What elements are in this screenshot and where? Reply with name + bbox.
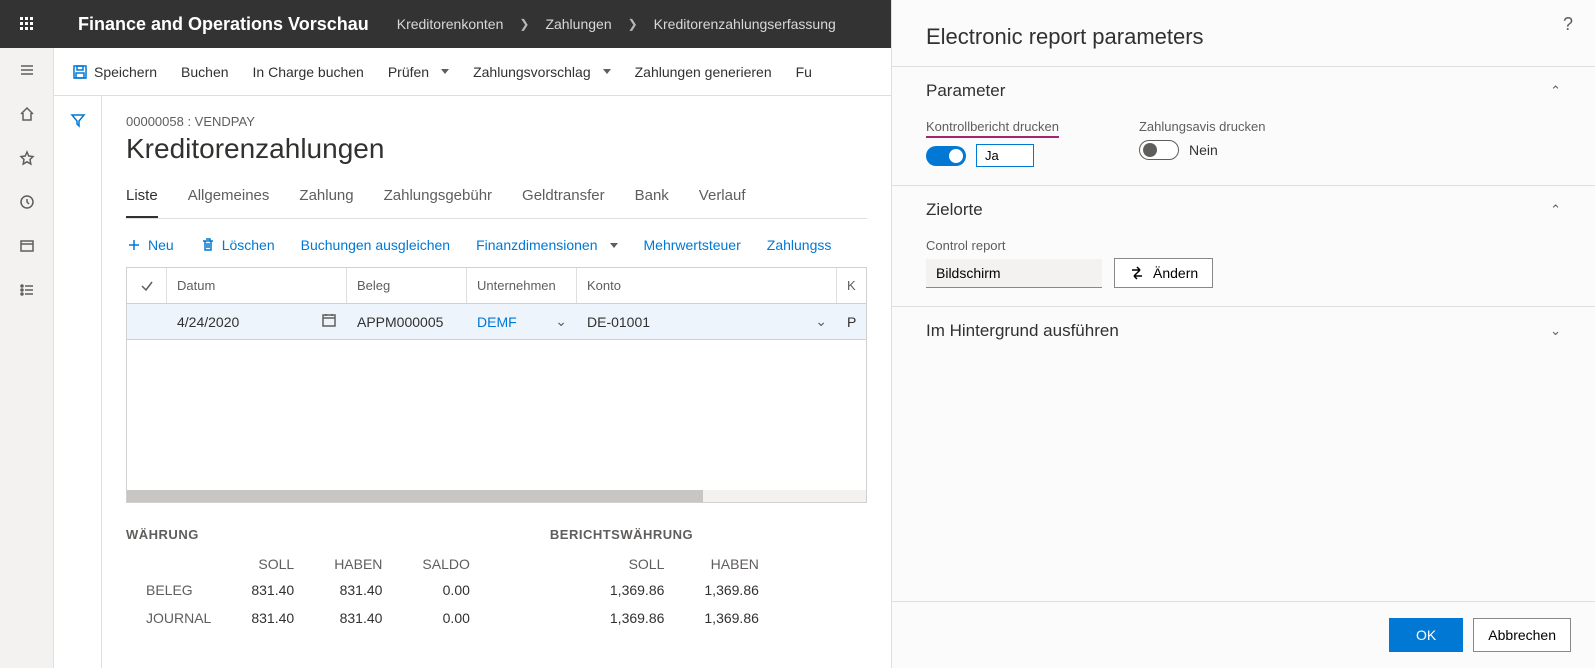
section-destinations: Zielorte ⌃ Control report Ändern	[892, 185, 1595, 306]
print-control-report-label: Kontrollbericht drucken	[926, 119, 1059, 138]
control-report-dest-label: Control report	[926, 238, 1102, 253]
control-report-dest-input[interactable]	[926, 259, 1102, 288]
chevron-right-icon: ❯	[628, 17, 638, 31]
horizontal-scrollbar[interactable]	[127, 490, 866, 502]
section-header-destinations[interactable]: Zielorte ⌃	[926, 200, 1561, 220]
cell-company[interactable]: DEMF	[477, 314, 517, 330]
print-payment-advice-value: Nein	[1189, 142, 1218, 158]
print-payment-advice-toggle[interactable]	[1139, 140, 1179, 160]
chevron-right-icon: ❯	[519, 17, 529, 31]
help-icon[interactable]: ?	[1563, 14, 1573, 35]
new-button[interactable]: Neu	[126, 237, 174, 253]
settle-transactions-button[interactable]: Buchungen ausgleichen	[301, 237, 450, 253]
totals-row: 1,369.86 1,369.86	[550, 576, 819, 604]
change-destination-button[interactable]: Ändern	[1114, 258, 1213, 288]
chevron-down-icon[interactable]: ⌄	[815, 313, 827, 330]
print-payment-advice-label: Zahlungsavis drucken	[1139, 119, 1265, 134]
panel-title: Electronic report parameters	[892, 0, 1595, 66]
validate-dropdown[interactable]: Prüfen	[388, 64, 449, 80]
tab-allgemeines[interactable]: Allgemeines	[188, 179, 270, 218]
page-tabs: Liste Allgemeines Zahlung Zahlungsgebühr…	[126, 179, 867, 219]
totals-row: JOURNAL 831.40 831.40 0.00	[126, 604, 490, 632]
filter-rail	[54, 96, 102, 668]
breadcrumb-item[interactable]: Kreditorenzahlungserfassung	[654, 16, 836, 32]
chevron-down-icon[interactable]: ⌄	[555, 313, 567, 330]
filter-icon[interactable]	[70, 112, 86, 668]
section-header-background[interactable]: Im Hintergrund ausführen ⌄	[926, 321, 1561, 341]
print-control-report-toggle[interactable]	[926, 146, 966, 166]
currency-totals-title: WÄHRUNG	[126, 527, 490, 542]
workspace-icon[interactable]	[0, 224, 54, 268]
financial-dimensions-dropdown[interactable]: Finanzdimensionen	[476, 237, 617, 253]
col-credit: HABEN	[314, 552, 402, 576]
calendar-icon[interactable]	[321, 312, 337, 331]
table-row[interactable]: 4/24/2020 APPM000005 DEMF ⌄	[127, 304, 866, 340]
chevron-up-icon: ⌃	[1550, 83, 1561, 99]
command-bar: Speichern Buchen In Charge buchen Prüfen…	[54, 48, 891, 96]
totals-row: BELEG 831.40 831.40 0.00	[126, 576, 490, 604]
col-debit: SOLL	[590, 552, 685, 576]
ok-button[interactable]: OK	[1389, 618, 1463, 652]
section-header-parameter[interactable]: Parameter ⌃	[926, 81, 1561, 101]
tab-zahlungsgebuehr[interactable]: Zahlungsgebühr	[384, 179, 492, 218]
breadcrumb-item[interactable]: Kreditorenkonten	[397, 16, 504, 32]
lines-grid: Datum Beleg Unternehmen Konto K 4/24/202…	[126, 267, 867, 503]
star-icon[interactable]	[0, 136, 54, 180]
cell-account[interactable]: DE-01001	[587, 314, 650, 330]
totals-area: WÄHRUNG SOLL HABEN SALDO BELEG	[126, 527, 867, 632]
totals-row: 1,369.86 1,369.86	[550, 604, 819, 632]
home-icon[interactable]	[0, 92, 54, 136]
section-background: Im Hintergrund ausführen ⌄	[892, 306, 1595, 359]
col-balance: SALDO	[402, 552, 489, 576]
col-voucher[interactable]: Beleg	[347, 268, 467, 303]
truncated-command[interactable]: Fu	[796, 64, 812, 80]
waffle-icon[interactable]	[0, 0, 54, 48]
brand-title: Finance and Operations Vorschau	[78, 14, 369, 35]
list-icon[interactable]	[0, 268, 54, 312]
delete-button[interactable]: Löschen	[200, 237, 275, 253]
page-eyebrow: 00000058 : VENDPAY	[126, 114, 867, 129]
breadcrumb-item[interactable]: Zahlungen	[545, 16, 611, 32]
clock-icon[interactable]	[0, 180, 54, 224]
tab-geldtransfer[interactable]: Geldtransfer	[522, 179, 605, 218]
save-label: Speichern	[94, 64, 157, 80]
col-account[interactable]: Konto	[577, 268, 837, 303]
col-company[interactable]: Unternehmen	[467, 268, 577, 303]
reporting-totals-title: BERICHTSWÄHRUNG	[550, 527, 819, 542]
tab-bank[interactable]: Bank	[635, 179, 669, 218]
grid-header: Datum Beleg Unternehmen Konto K	[127, 268, 866, 304]
page-title: Kreditorenzahlungen	[126, 133, 867, 165]
col-date[interactable]: Datum	[167, 268, 347, 303]
left-nav	[0, 0, 54, 668]
cell-voucher: APPM000005	[347, 304, 467, 339]
side-panel: ? Electronic report parameters Parameter…	[891, 0, 1595, 668]
grid-toolbar: Neu Löschen Buchungen ausgleichen Finanz…	[126, 219, 867, 267]
payment-status-button[interactable]: Zahlungss	[767, 237, 832, 253]
chevron-down-icon: ⌄	[1550, 323, 1561, 339]
cell-k: P	[837, 304, 867, 339]
col-credit: HABEN	[684, 552, 779, 576]
tab-liste[interactable]: Liste	[126, 179, 158, 218]
post-in-charge-button[interactable]: In Charge buchen	[253, 64, 364, 80]
vat-button[interactable]: Mehrwertsteuer	[644, 237, 741, 253]
hamburger-icon[interactable]	[0, 48, 54, 92]
chevron-up-icon: ⌃	[1550, 202, 1561, 218]
section-parameter: Parameter ⌃ Kontrollbericht drucken Zahl…	[892, 66, 1595, 185]
print-control-report-value[interactable]	[976, 144, 1034, 167]
select-all-checkbox[interactable]	[127, 268, 167, 303]
save-button[interactable]: Speichern	[72, 64, 157, 80]
cell-date[interactable]: 4/24/2020	[177, 314, 239, 330]
post-button[interactable]: Buchen	[181, 64, 228, 80]
tab-verlauf[interactable]: Verlauf	[699, 179, 746, 218]
top-bar: Finance and Operations Vorschau Kreditor…	[54, 0, 891, 48]
panel-footer: OK Abbrechen	[892, 601, 1595, 668]
col-debit: SOLL	[231, 552, 314, 576]
generate-payments-button[interactable]: Zahlungen generieren	[635, 64, 772, 80]
cancel-button[interactable]: Abbrechen	[1473, 618, 1571, 652]
col-k[interactable]: K	[837, 268, 867, 303]
tab-zahlung[interactable]: Zahlung	[299, 179, 353, 218]
payment-proposal-dropdown[interactable]: Zahlungsvorschlag	[473, 64, 611, 80]
breadcrumb: Kreditorenkonten ❯ Zahlungen ❯ Kreditore…	[397, 16, 836, 32]
